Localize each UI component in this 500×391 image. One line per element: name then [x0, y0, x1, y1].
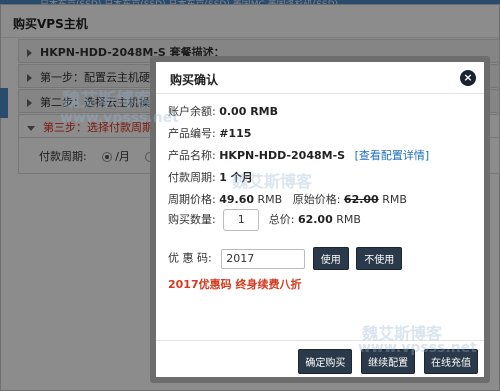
original-price-label: 原始价格: [292, 193, 341, 206]
original-price-value: 62.00 [343, 193, 379, 206]
confirm-purchase-button[interactable]: 确定购买 [298, 349, 353, 374]
cycle-value: 1 个月 [219, 171, 253, 184]
online-recharge-button[interactable]: 在线充值 [424, 349, 478, 374]
total-value: 62.00 [297, 213, 333, 226]
total-label: 总价: [268, 213, 295, 226]
total-unit: RMB [336, 213, 361, 226]
coupon-input[interactable]: 2017 [221, 248, 306, 269]
balance-value: 0.00 RMB [219, 105, 278, 118]
coupon-row: 优 惠 码: 2017 使用 不使用 [168, 247, 403, 270]
purchase-confirm-modal: 购买确认 × 账户余额: 0.00 RMB 产品编号: #115 产品名称: H… [150, 56, 490, 383]
balance-row: 账户余额: 0.00 RMB [168, 103, 278, 119]
promo-text: 2017优惠码 终身续费八折 [168, 278, 302, 291]
quantity-row: 购买数量: 1 总价: 62.00 RMB [168, 209, 361, 231]
product-id-value: #115 [219, 127, 252, 140]
quantity-label: 购买数量: [168, 213, 216, 226]
product-name-row: 产品名称: HKPN-HDD-2048M-S [查看配置详情] [168, 147, 429, 163]
close-icon[interactable]: × [460, 70, 476, 86]
footer-divider [156, 340, 484, 341]
balance-label: 账户余额: [168, 105, 216, 118]
cycle-price-unit: RMB [257, 193, 283, 206]
price-row: 周期价格: 49.60 RMB 原始价格: 62.00 RMB [168, 191, 407, 207]
cycle-price-label: 周期价格: [168, 193, 216, 206]
use-coupon-button[interactable]: 使用 [312, 247, 349, 270]
cycle-label: 付款周期: [168, 171, 216, 184]
continue-config-button[interactable]: 继续配置 [361, 349, 416, 374]
product-id-label: 产品编号: [168, 127, 216, 140]
view-config-link[interactable]: [查看配置详情] [355, 149, 430, 162]
product-name-label: 产品名称: [168, 149, 216, 162]
modal-footer: 确定购买 继续配置 在线充值 [293, 349, 478, 374]
coupon-label: 优 惠 码: [168, 251, 212, 265]
product-name-value: HKPN-HDD-2048M-S [219, 149, 346, 162]
original-price-unit: RMB [382, 193, 407, 206]
cycle-price-value: 49.60 [219, 193, 255, 206]
cycle-row: 付款周期: 1 个月 [168, 169, 253, 185]
no-coupon-button[interactable]: 不使用 [356, 247, 403, 270]
modal-title: 购买确认 [156, 62, 484, 94]
product-id-row: 产品编号: #115 [168, 125, 251, 141]
quantity-input[interactable]: 1 [223, 209, 260, 231]
